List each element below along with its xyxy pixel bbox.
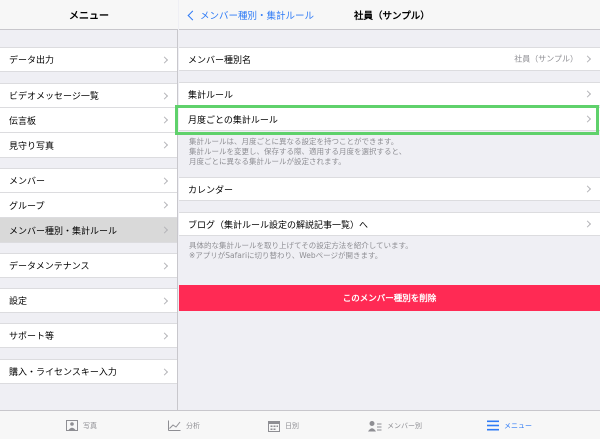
blog-note: 具体的な集計ルールを取り上げてその設定方法を紹介しています。 ※アプリがSafa… <box>189 241 413 260</box>
chevron-right-icon <box>160 91 169 100</box>
sidebar-item-label: 設定 <box>9 297 28 307</box>
sidebar-item-groups[interactable]: グループ <box>0 193 177 218</box>
detail-panel: メンバー種別・集計ルール 社員（サンプル） メンバー種別名 社員（サンプル） 集… <box>179 0 600 410</box>
sidebar-item-label: メンバー <box>9 177 46 187</box>
tab-menu[interactable]: メニュー <box>487 411 532 439</box>
tab-label: 日別 <box>285 421 299 430</box>
sidebar-item-label: データメンテナンス <box>9 262 90 272</box>
chevron-right-icon <box>160 296 169 305</box>
tab-daily[interactable]: 日別 <box>268 411 299 439</box>
calendar-row[interactable]: カレンダー <box>179 177 600 201</box>
sidebar-item-label: サポート等 <box>9 332 55 342</box>
chevron-right-icon <box>583 220 592 228</box>
member-icon <box>368 420 382 432</box>
member-type-name-row[interactable]: メンバー種別名 社員（サンプル） <box>179 47 600 71</box>
blog-link-label: ブログ（集計ルール設定の解説記事一覧）へ <box>188 220 369 231</box>
aggregation-rule-label: 集計ルール <box>188 90 234 101</box>
sidebar-item-member-types[interactable]: メンバー種別・集計ルール <box>0 218 177 243</box>
chevron-right-icon <box>583 185 592 193</box>
chart-icon <box>168 420 181 431</box>
tab-bar: 写真 分析 日別 メンバー別 メニュー <box>0 410 600 439</box>
photo-icon <box>66 420 78 431</box>
sidebar-item-label: データ出力 <box>9 56 55 66</box>
sidebar-item-watch-photos[interactable]: 見守り写真 <box>0 133 177 158</box>
blog-link-row[interactable]: ブログ（集計ルール設定の解説記事一覧）へ <box>179 212 600 236</box>
chevron-right-icon <box>160 201 169 209</box>
chevron-right-icon <box>160 331 169 340</box>
tab-analysis[interactable]: 分析 <box>168 411 200 439</box>
tab-label: メンバー別 <box>387 421 422 430</box>
sidebar-item-settings[interactable]: 設定 <box>0 288 177 313</box>
chevron-right-icon <box>160 261 169 270</box>
chevron-right-icon <box>583 55 592 63</box>
chevron-right-icon <box>583 90 592 98</box>
sidebar-item-data-maintenance[interactable]: データメンテナンス <box>0 253 177 278</box>
back-button[interactable]: メンバー種別・集計ルール <box>187 0 314 30</box>
chevron-left-icon <box>187 10 198 20</box>
sidebar-item-data-export[interactable]: データ出力 <box>0 47 177 72</box>
sidebar-item-label: ビデオメッセージ一覧 <box>9 92 99 102</box>
sidebar-item-label: メンバー種別・集計ルール <box>9 226 118 237</box>
sidebar-item-purchase[interactable]: 購入・ライセンスキー入力 <box>0 359 177 384</box>
chevron-right-icon <box>160 226 169 234</box>
navigation-bar: メンバー種別・集計ルール 社員（サンプル） <box>179 0 600 30</box>
sidebar-title: メニュー <box>0 0 178 30</box>
tab-label: 写真 <box>83 421 97 430</box>
chevron-right-icon <box>160 116 169 124</box>
sidebar-item-label: 購入・ライセンスキー入力 <box>9 368 117 378</box>
member-type-name-value: 社員（サンプル） <box>514 54 578 64</box>
sidebar-item-message-board[interactable]: 伝言板 <box>0 108 177 133</box>
sidebar-item-members[interactable]: メンバー <box>0 168 177 193</box>
chevron-right-icon <box>160 141 169 149</box>
sidebar: メニュー データ出力 ビデオメッセージ一覧 伝言板 見守り写真 メンバー グルー… <box>0 0 178 410</box>
back-button-label: メンバー種別・集計ルール <box>200 11 315 22</box>
chevron-right-icon <box>160 176 169 185</box>
sidebar-item-label: 伝言板 <box>9 116 37 127</box>
chevron-right-icon <box>160 55 169 64</box>
monthly-rule-note: 集計ルールは、月度ごとに異なる設定を持つことができます。 集計ルールを変更し、保… <box>189 137 407 166</box>
tab-label: 分析 <box>186 421 200 430</box>
chevron-right-icon <box>583 115 592 123</box>
calendar-icon <box>268 420 280 432</box>
tab-by-member[interactable]: メンバー別 <box>368 411 422 439</box>
tab-label: メニュー <box>504 421 532 430</box>
monthly-rule-label: 月度ごとの集計ルール <box>188 115 278 126</box>
tab-photos[interactable]: 写真 <box>66 411 97 439</box>
calendar-label: カレンダー <box>188 185 234 196</box>
sidebar-item-label: グループ <box>9 201 45 212</box>
sidebar-item-video-messages[interactable]: ビデオメッセージ一覧 <box>0 83 177 108</box>
app-screen: メニュー データ出力 ビデオメッセージ一覧 伝言板 見守り写真 メンバー グルー… <box>0 0 600 439</box>
monthly-rule-row[interactable]: 月度ごとの集計ルール <box>179 107 600 131</box>
chevron-right-icon <box>160 367 169 376</box>
aggregation-rule-row[interactable]: 集計ルール <box>179 82 600 106</box>
menu-icon <box>487 420 499 431</box>
delete-member-type-button[interactable]: このメンバー種別を削除 <box>179 285 600 311</box>
sidebar-item-support[interactable]: サポート等 <box>0 323 177 348</box>
member-type-name-label: メンバー種別名 <box>188 55 252 66</box>
sidebar-item-label: 見守り写真 <box>9 141 55 152</box>
page-title: 社員（サンプル） <box>354 11 430 22</box>
